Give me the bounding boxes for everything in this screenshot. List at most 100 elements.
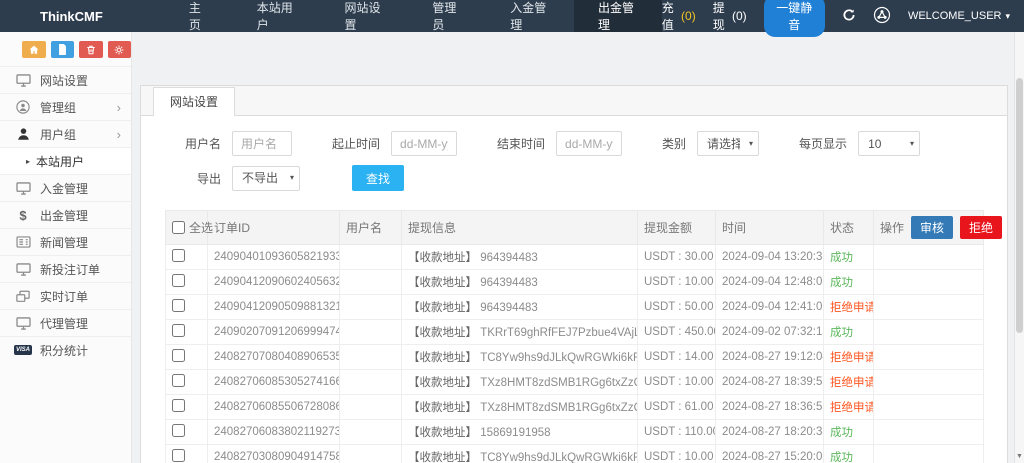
action-cell <box>874 370 984 395</box>
nav-item-home[interactable]: 主页 <box>165 0 233 32</box>
gear-icon[interactable] <box>108 41 132 58</box>
recharge-counter[interactable]: 充值 (0) <box>662 0 696 33</box>
trash-icon[interactable] <box>79 41 103 58</box>
export-select[interactable]: 不导出 <box>232 166 300 191</box>
row-checkbox[interactable] <box>172 324 185 337</box>
network-globe-button[interactable] <box>873 6 891 27</box>
sidebar-item-agent-mgmt[interactable]: 代理管理 <box>0 309 131 336</box>
username-cell <box>340 295 402 320</box>
submenu-marker-icon: ▸ <box>26 157 30 166</box>
nav-item-site-users[interactable]: 本站用户 <box>233 0 321 32</box>
row-select-cell <box>166 245 208 270</box>
table-row: 240827060853052741660 【收款地址】 TXz8HMT8zdS… <box>166 370 984 395</box>
user-dropdown[interactable]: WELCOME_USER ▾ <box>908 10 1010 22</box>
category-filter-label: 类别 <box>662 135 686 152</box>
row-select-cell <box>166 270 208 295</box>
amount-cell: USDT : 10.00 <box>638 370 716 395</box>
table-header-row: 全选 订单ID 用户名 提现信息 提现金额 时间 状态 操作 审核 拒绝 <box>166 211 984 245</box>
per-page-select[interactable]: 10 <box>858 131 920 156</box>
filter-panel: 用户名 起止时间 结束时间 类别 请选择 ▾ <box>141 116 1007 210</box>
withdraw-info-cell: 【收款地址】 964394483 <box>402 245 638 270</box>
username-input[interactable] <box>232 131 292 156</box>
reject-button[interactable]: 拒绝 <box>960 216 1002 239</box>
orders-table-wrap: 全选 订单ID 用户名 提现信息 提现金额 时间 状态 操作 审核 拒绝 <box>141 210 1007 463</box>
nav-item-site-settings[interactable]: 网站设置 <box>321 0 409 32</box>
search-button[interactable]: 查找 <box>352 165 404 191</box>
monitor-icon <box>15 182 31 195</box>
payment-address-label: 【收款地址】 <box>408 302 477 314</box>
sidebar-item-user-group[interactable]: 用户组 › <box>0 120 131 147</box>
orders-table: 全选 订单ID 用户名 提现信息 提现金额 时间 状态 操作 审核 拒绝 <box>165 210 984 463</box>
amount-cell: USDT : 110.00 <box>638 420 716 445</box>
row-checkbox[interactable] <box>172 449 185 462</box>
file-icon[interactable] <box>51 41 75 58</box>
monitor-icon <box>15 317 31 330</box>
sidebar-item-admin-group[interactable]: 管理组 › <box>0 93 131 120</box>
home-icon[interactable] <box>22 41 46 58</box>
sidebar-item-withdraw-mgmt[interactable]: $ 出金管理 <box>0 201 131 228</box>
row-checkbox[interactable] <box>172 299 185 312</box>
row-checkbox[interactable] <box>172 374 185 387</box>
payment-address-label: 【收款地址】 <box>408 402 477 414</box>
select-all-checkbox[interactable] <box>172 221 185 234</box>
payment-address-label: 【收款地址】 <box>408 277 477 289</box>
payment-address-value: TXz8HMT8zdSMB1RGg6txZzQYeTubDqVLXp <box>480 402 637 414</box>
tab-site-settings[interactable]: 网站设置 <box>153 87 235 116</box>
withdraw-info-cell: 【收款地址】 15869191958 <box>402 420 638 445</box>
row-select-cell <box>166 295 208 320</box>
nav-item-withdraw-mgmt[interactable]: 出金管理 <box>574 0 662 32</box>
navbar-right: 充值 (0) 提现 (0) 一键静音 <box>662 0 1010 32</box>
sidebar-item-realtime-orders[interactable]: 实时订单 <box>0 282 131 309</box>
row-checkbox[interactable] <box>172 399 185 412</box>
dollar-icon: $ <box>15 208 31 223</box>
vertical-scrollbar[interactable]: ▼ <box>1014 32 1024 463</box>
sidebar-item-points-stats[interactable]: VISA 积分统计 <box>0 336 131 363</box>
col-withdraw-info: 提现信息 <box>402 211 638 245</box>
order-id-cell: 240827060855067280868 <box>208 395 340 420</box>
table-row: 240827070804089065358 【收款地址】 TC8Yw9hs9dJ… <box>166 345 984 370</box>
table-row: 240904120906024056321 【收款地址】 964394483 U… <box>166 270 984 295</box>
category-select[interactable]: 请选择 <box>697 131 759 156</box>
scrollbar-down-arrow[interactable]: ▼ <box>1015 453 1024 460</box>
order-id-cell: 240902070912069994741 <box>208 320 340 345</box>
amount-cell: USDT : 50.00 <box>638 295 716 320</box>
withdraw-info-cell: 【收款地址】 964394483 <box>402 270 638 295</box>
col-order-id: 订单ID <box>208 211 340 245</box>
refresh-icon <box>842 8 856 25</box>
order-id-cell: 240827060838021192737 <box>208 420 340 445</box>
withdraw-info-cell: 【收款地址】 TC8Yw9hs9dJLkQwRGWki6kFj9sxpJz3wf… <box>402 445 638 463</box>
col-time: 时间 <box>716 211 824 245</box>
action-cell <box>874 445 984 463</box>
payment-address-label: 【收款地址】 <box>408 377 477 389</box>
nav-item-admins[interactable]: 管理员 <box>408 0 486 32</box>
mute-all-button[interactable]: 一键静音 <box>764 0 825 37</box>
row-checkbox[interactable] <box>172 424 185 437</box>
withdraw-counter[interactable]: 提现 (0) <box>713 0 747 33</box>
withdraw-count: (0) <box>732 9 747 23</box>
refresh-button[interactable] <box>842 8 856 25</box>
chevron-right-icon: › <box>117 101 121 114</box>
table-row: 240904120905098813217 【收款地址】 964394483 U… <box>166 295 984 320</box>
status-cell: 拒绝申请 <box>824 370 874 395</box>
row-checkbox[interactable] <box>172 249 185 262</box>
per-page-label: 每页显示 <box>799 135 847 152</box>
row-checkbox[interactable] <box>172 274 185 287</box>
scrollbar-thumb[interactable] <box>1016 78 1023 333</box>
end-date-input[interactable] <box>556 131 622 156</box>
sidebar-item-site-settings[interactable]: 网站设置 <box>0 66 131 93</box>
start-date-input[interactable] <box>391 131 457 156</box>
withdraw-info-cell: 【收款地址】 TC8Yw9hs9dJLkQwRGWki6kFj9sxpJz3wf… <box>402 345 638 370</box>
row-checkbox[interactable] <box>172 349 185 362</box>
audit-button[interactable]: 审核 <box>911 216 953 239</box>
globe-icon <box>873 6 891 27</box>
nav-item-deposit-mgmt[interactable]: 入金管理 <box>486 0 574 32</box>
username-cell <box>340 420 402 445</box>
payment-address-label: 【收款地址】 <box>408 427 477 439</box>
table-row: 240827030809049147587 【收款地址】 TC8Yw9hs9dJ… <box>166 445 984 463</box>
username-cell <box>340 345 402 370</box>
row-select-cell <box>166 420 208 445</box>
sidebar-subitem-site-users[interactable]: ▸ 本站用户 <box>0 147 131 174</box>
sidebar-item-news-mgmt[interactable]: 新闻管理 <box>0 228 131 255</box>
sidebar-item-deposit-mgmt[interactable]: 入金管理 <box>0 174 131 201</box>
sidebar-item-new-bet-orders[interactable]: 新投注订单 <box>0 255 131 282</box>
